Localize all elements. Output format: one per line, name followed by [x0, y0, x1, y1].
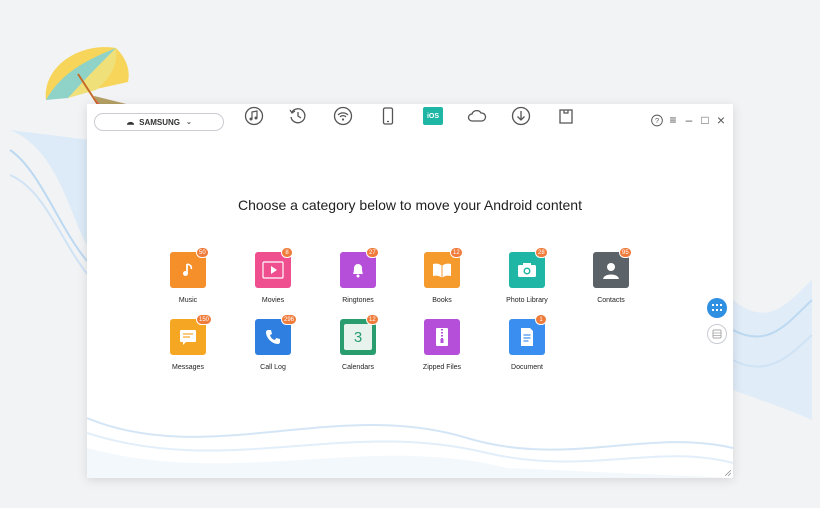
toolbox-icon[interactable]	[554, 104, 578, 128]
category-label: Ringtones	[342, 297, 374, 304]
app-window: SAMSUNG ⌄ iOS ? ≡ – □ × Choose a categor…	[87, 104, 733, 478]
grid-view-button[interactable]	[707, 298, 727, 318]
download-icon[interactable]	[509, 104, 533, 128]
count-badge: 8	[281, 247, 293, 258]
category-label: Contacts	[597, 297, 625, 304]
category-books[interactable]: 12 Books	[400, 247, 484, 312]
device-view-icon	[712, 329, 722, 339]
count-badge: 12	[450, 247, 463, 258]
category-label: Document	[511, 364, 543, 371]
grid-icon	[712, 304, 722, 311]
category-document[interactable]: 1 Document	[485, 314, 569, 379]
category-label: Calendars	[342, 364, 374, 371]
count-badge: 150	[196, 314, 213, 325]
device-view-button[interactable]	[707, 324, 727, 344]
category-music[interactable]: 50 Music	[146, 247, 230, 312]
cloud-icon[interactable]	[465, 104, 489, 128]
phone-icon[interactable]	[376, 104, 400, 128]
page-title: Choose a category below to move your And…	[238, 197, 582, 213]
zip-icon	[424, 319, 460, 355]
chevron-down-icon: ⌄	[186, 119, 192, 126]
category-ringtones[interactable]: 27 Ringtones	[316, 247, 400, 312]
category-label: Call Log	[260, 364, 286, 371]
category-label: Zipped Files	[422, 364, 462, 371]
category-calendars[interactable]: 3 12 Calendars	[316, 314, 400, 379]
maximize-icon[interactable]: □	[699, 113, 711, 127]
help-glyph: ?	[655, 116, 659, 125]
category-zipped-files[interactable]: Zipped Files	[400, 319, 484, 379]
category-label: Movies	[261, 297, 285, 304]
category-label: Photo Library	[506, 297, 548, 304]
category-label: Books	[432, 297, 452, 304]
resize-handle-icon[interactable]	[725, 470, 731, 476]
close-icon[interactable]: ×	[715, 112, 727, 128]
device-selector[interactable]: SAMSUNG ⌄	[94, 113, 224, 131]
count-badge: 50	[196, 247, 209, 258]
wifi-transfer-icon[interactable]	[331, 104, 355, 128]
ios-icon[interactable]: iOS	[421, 104, 445, 128]
category-label: Messages	[172, 364, 204, 371]
category-label: Music	[178, 297, 198, 304]
count-badge: 1	[535, 314, 547, 325]
android-icon	[127, 122, 135, 125]
count-badge: 28	[535, 247, 548, 258]
count-badge: 296	[281, 314, 298, 325]
count-badge: 95	[619, 247, 632, 258]
category-photo-library[interactable]: 28 Photo Library	[485, 247, 569, 312]
category-contacts[interactable]: 95 Contacts	[569, 247, 653, 312]
category-messages[interactable]: 150 Messages	[146, 314, 230, 379]
window-controls: ? ≡ – □ ×	[651, 112, 727, 128]
calendar-day: 3	[344, 324, 372, 350]
category-call-log[interactable]: 296 Call Log	[231, 314, 315, 379]
count-badge: 12	[366, 314, 379, 325]
device-name: SAMSUNG	[139, 117, 180, 127]
minimize-icon[interactable]: –	[683, 113, 695, 127]
menu-icon[interactable]: ≡	[667, 113, 679, 127]
history-icon[interactable]	[286, 104, 310, 128]
category-movies[interactable]: 8 Movies	[231, 247, 315, 312]
ios-label: iOS	[423, 107, 443, 125]
count-badge: 27	[366, 247, 379, 258]
help-icon[interactable]: ?	[651, 113, 663, 127]
music-note-icon[interactable]	[242, 104, 266, 128]
